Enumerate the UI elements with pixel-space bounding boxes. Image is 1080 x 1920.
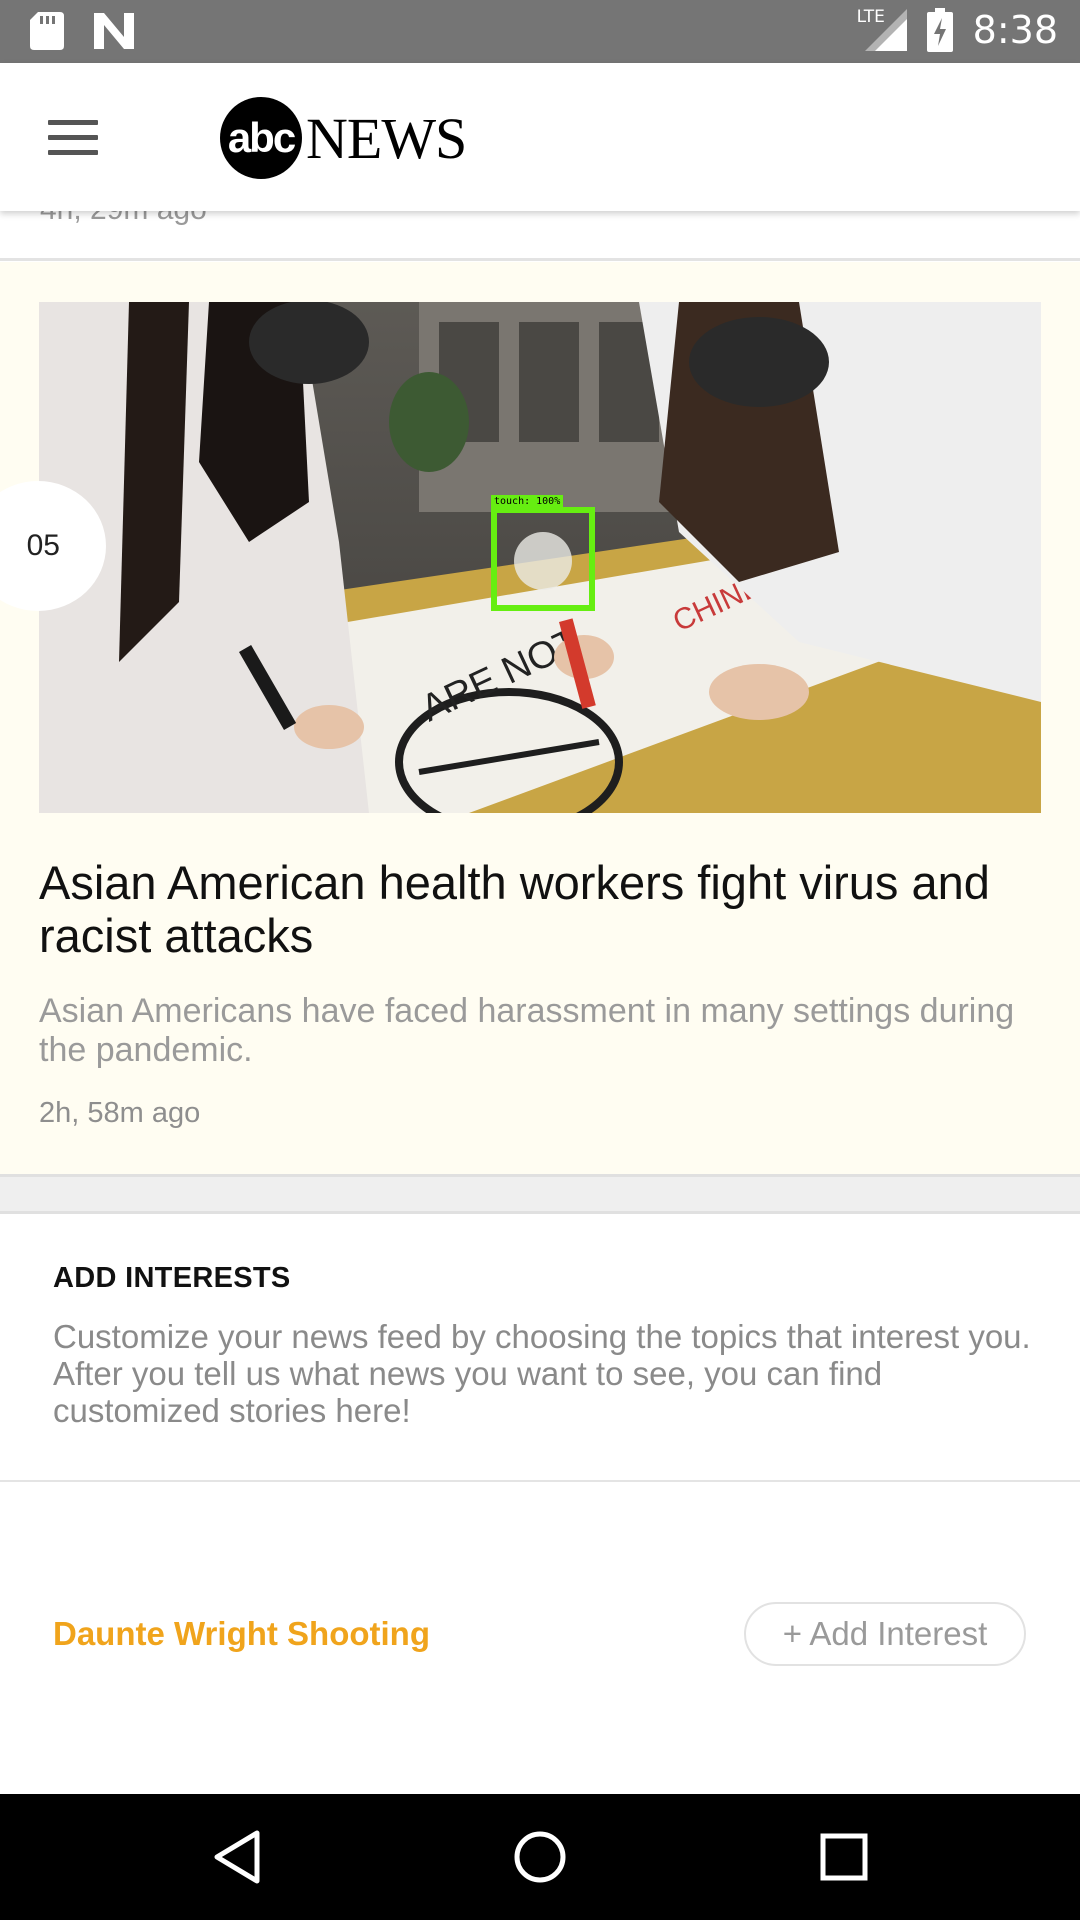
signal-icon: LTE: [857, 7, 907, 51]
back-triangle-icon[interactable]: [207, 1827, 267, 1887]
hamburger-menu-icon[interactable]: [48, 120, 98, 156]
add-interest-button[interactable]: + Add Interest: [744, 1602, 1026, 1666]
previous-story-card[interactable]: 4h, 29m ago: [0, 193, 1080, 261]
add-interests-description: Customize your news feed by choosing the…: [53, 1318, 1031, 1429]
status-bar: LTE 8:38: [0, 0, 1080, 63]
recents-square-icon[interactable]: [814, 1827, 874, 1887]
logo-abc: abc: [220, 97, 302, 179]
n-notification-icon: [94, 13, 134, 49]
story-timestamp: 2h, 58m ago: [39, 1097, 201, 1129]
battery-charging-icon: [926, 8, 953, 52]
story-description: Asian Americans have faced harassment in…: [39, 992, 1015, 1069]
logo-news: NEWS: [306, 105, 467, 171]
add-interests-section: ADD INTERESTS Customize your news feed b…: [0, 1214, 1080, 1482]
home-circle-icon[interactable]: [510, 1827, 570, 1887]
abc-news-logo[interactable]: abc NEWS: [220, 97, 467, 179]
clock: 8:38: [972, 8, 1058, 52]
touch-dot: [514, 532, 572, 590]
section-divider: [0, 1174, 1080, 1214]
sd-card-icon: [30, 12, 64, 50]
add-interests-heading: ADD INTERESTS: [53, 1262, 291, 1294]
interest-topic-name[interactable]: Daunte Wright Shooting: [53, 1615, 430, 1653]
screen: LTE 8:38 abc NEWS 4h, 29m ago: [0, 0, 1080, 1920]
story-title[interactable]: Asian American health workers fight viru…: [39, 856, 1049, 962]
featured-story-card[interactable]: ARE NOT CHINESE 05 touch: 100% Asian Ame…: [0, 262, 1080, 1174]
interest-topic-row: Daunte Wright Shooting + Add Interest: [0, 1482, 1080, 1794]
system-nav-bar: [0, 1794, 1080, 1920]
app-header: abc NEWS: [0, 63, 1080, 211]
